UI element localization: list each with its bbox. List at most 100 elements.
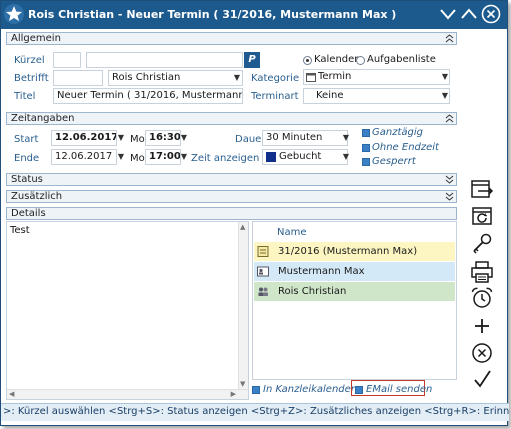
section-allgemein[interactable]: Allgemein: [6, 32, 457, 45]
list-item[interactable]: Rois Christian: [254, 282, 455, 301]
minimize-chevron-icon[interactable]: [438, 4, 458, 24]
ende-label: Ende: [14, 153, 40, 164]
move-calendar-icon[interactable]: [470, 177, 494, 201]
betrifft-field[interactable]: Rois Christian: [108, 70, 243, 86]
kategorie-select[interactable]: Termin: [303, 69, 450, 85]
dauer-dropdown-icon[interactable]: ▼: [341, 130, 351, 146]
window-title: Rois Christian - Neuer Termin ( 31/2016,…: [28, 8, 397, 21]
section-title: Zeitangaben: [11, 113, 75, 124]
file-icon: [257, 246, 269, 257]
in-kanzleikalender-label: In Kanzleikalender: [263, 384, 355, 395]
calendar-icon: [306, 73, 316, 82]
contact-card-icon: [257, 266, 269, 277]
ohne-endzeit-label: Ohne Endzeit: [372, 142, 439, 153]
start-date-dropdown-icon[interactable]: ▼: [116, 130, 126, 146]
zeit-anzeigen-value: Gebucht: [279, 151, 322, 162]
details-textarea[interactable]: Test ▲ ▼ ◀ ▶: [6, 221, 249, 400]
titel-label: Titel: [14, 91, 36, 102]
dauer-select[interactable]: 30 Minuten: [262, 130, 348, 146]
ganztaegig-checkbox[interactable]: [362, 129, 370, 137]
titel-field[interactable]: Neuer Termin ( 31/2016, Mustermann Max: [53, 88, 243, 104]
zeit-anzeigen-select[interactable]: Gebucht: [262, 149, 348, 165]
ende-day: Mo: [130, 153, 145, 164]
betrifft-label: Betrifft: [14, 73, 49, 84]
form-area: Allgemein Kürzel P Betrifft Rois Christi…: [6, 32, 457, 400]
kategorie-label: Kategorie: [251, 73, 300, 84]
cancel-icon[interactable]: [470, 341, 494, 365]
expand-icon[interactable]: [445, 175, 454, 184]
star-icon: [4, 4, 24, 24]
key-icon[interactable]: [470, 232, 494, 256]
ende-time-field[interactable]: 17:00: [145, 149, 181, 165]
section-title: Details: [11, 208, 46, 219]
gebucht-color-swatch: [266, 152, 276, 162]
radio-kalender-label: Kalender: [314, 54, 359, 65]
list-item[interactable]: 31/2016 (Mustermann Max): [254, 242, 455, 261]
start-time-field[interactable]: 16:30: [145, 130, 181, 146]
scroll-down-icon[interactable]: ▼: [240, 380, 245, 388]
radio-kalender[interactable]: [303, 56, 312, 65]
list-item-label: 31/2016 (Mustermann Max): [278, 246, 418, 257]
start-label: Start: [14, 134, 39, 145]
betrifft-short-field[interactable]: [53, 70, 103, 86]
email-senden-label: EMail senden: [366, 384, 433, 395]
kuerzel-field[interactable]: [53, 52, 81, 68]
section-title: Zusätzlich: [11, 191, 63, 202]
scroll-up-icon[interactable]: ▲: [240, 223, 245, 231]
ende-date-field[interactable]: 12.06.2017: [51, 149, 117, 165]
kategorie-dropdown-icon[interactable]: ▼: [440, 69, 450, 85]
recurring-calendar-icon[interactable]: [470, 204, 494, 228]
list-header-name: Name: [277, 227, 307, 238]
ende-time-dropdown-icon[interactable]: ▼: [179, 149, 189, 165]
scroll-left-icon[interactable]: ◀: [9, 390, 14, 398]
appointment-window: Rois Christian - Neuer Termin ( 31/2016,…: [0, 0, 509, 426]
section-details[interactable]: Details: [6, 207, 457, 220]
list-item[interactable]: Mustermann Max: [254, 262, 455, 281]
expand-icon[interactable]: [445, 192, 454, 201]
gesperrt-label: Gesperrt: [372, 156, 416, 167]
section-zeitangaben[interactable]: Zeitangaben: [6, 112, 457, 125]
status-bar: >: Kürzel auswählen <Strg+S>: Status anz…: [1, 403, 509, 421]
title-bar: Rois Christian - Neuer Termin ( 31/2016,…: [1, 1, 507, 29]
printer-icon[interactable]: [470, 260, 494, 284]
ohne-endzeit-checkbox[interactable]: [362, 144, 370, 152]
maximize-chevron-icon[interactable]: [459, 4, 479, 24]
terminart-select[interactable]: Keine: [303, 88, 450, 104]
in-kanzleikalender-checkbox[interactable]: [252, 386, 260, 394]
list-item-label: Mustermann Max: [278, 266, 365, 277]
collapse-icon[interactable]: [445, 34, 454, 43]
section-title: Allgemein: [11, 33, 61, 44]
section-zusaetzlich[interactable]: Zusätzlich: [6, 190, 457, 203]
collapse-icon[interactable]: [445, 114, 454, 123]
gesperrt-checkbox[interactable]: [362, 158, 370, 166]
ende-date-dropdown-icon[interactable]: ▼: [116, 149, 126, 165]
section-title: Status: [11, 174, 43, 185]
ganztaegig-label: Ganztägig: [372, 127, 423, 138]
zeit-anzeigen-dropdown-icon[interactable]: ▼: [341, 149, 351, 165]
group-icon: [258, 287, 268, 296]
vertical-scrollbar[interactable]: ▲ ▼: [238, 222, 248, 389]
betrifft-dropdown-icon[interactable]: ▼: [232, 70, 242, 86]
kuerzel-name-field[interactable]: [86, 52, 243, 68]
confirm-check-icon[interactable]: [470, 367, 494, 391]
participants-list: Name 31/2016 (Mustermann Max) Mustermann…: [252, 221, 457, 380]
section-status[interactable]: Status: [6, 173, 457, 186]
details-text: Test: [10, 225, 30, 236]
pick-button[interactable]: P: [244, 52, 260, 68]
radio-aufgabenliste[interactable]: [356, 56, 365, 65]
radio-aufgabenliste-label: Aufgabenliste: [367, 54, 436, 65]
alarm-clock-icon[interactable]: [470, 286, 494, 310]
terminart-label: Terminart: [251, 91, 299, 102]
add-icon[interactable]: [470, 314, 494, 338]
list-item-label: Rois Christian: [278, 286, 347, 297]
start-day: Mo: [130, 134, 145, 145]
start-time-dropdown-icon[interactable]: ▼: [179, 130, 189, 146]
kuerzel-label: Kürzel: [14, 55, 45, 66]
horizontal-scrollbar[interactable]: ◀ ▶: [7, 389, 248, 399]
terminart-dropdown-icon[interactable]: ▼: [440, 88, 450, 104]
email-senden-checkbox[interactable]: [355, 386, 363, 394]
dauer-label: Dauer: [235, 134, 266, 145]
start-date-field[interactable]: 12.06.2017: [51, 130, 117, 146]
scroll-right-icon[interactable]: ▶: [231, 390, 236, 398]
close-icon[interactable]: [481, 4, 501, 24]
